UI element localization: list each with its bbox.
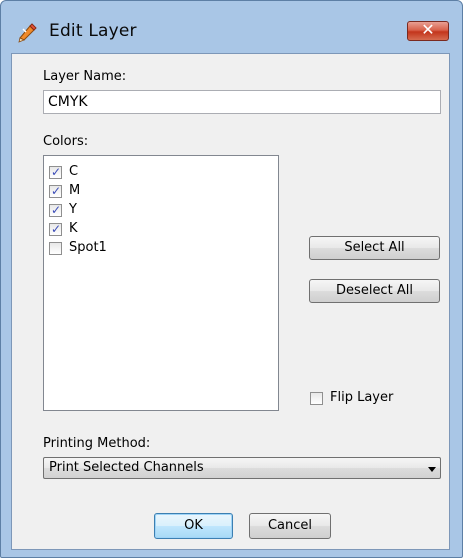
- color-item-label: M: [69, 183, 81, 198]
- color-spot1-checkbox[interactable]: [49, 242, 62, 255]
- deselect-all-button[interactable]: Deselect All: [309, 279, 440, 303]
- flip-layer-label: Flip Layer: [330, 390, 394, 405]
- color-item-label: Spot1: [69, 240, 107, 255]
- color-item-m[interactable]: ✓ M: [49, 183, 249, 201]
- color-m-checkbox[interactable]: ✓: [49, 184, 62, 198]
- close-button[interactable]: ✕: [407, 20, 449, 41]
- window-title: Edit Layer: [49, 21, 137, 41]
- pencil-icon: [18, 23, 37, 43]
- flip-layer-checkbox[interactable]: [310, 392, 323, 405]
- dialog-body: Layer Name: CMYK Colors: ✓ C ✓ M ✓ Y ✓ K…: [11, 53, 450, 550]
- color-item-spot1[interactable]: Spot1: [49, 240, 249, 258]
- close-icon: ✕: [421, 20, 435, 39]
- colors-label: Colors:: [43, 134, 89, 149]
- select-all-button[interactable]: Select All: [309, 236, 440, 260]
- title-bar[interactable]: Edit Layer ✕: [1, 1, 462, 53]
- edit-layer-dialog: Edit Layer ✕ Layer Name: CMYK Colors: ✓ …: [0, 0, 463, 558]
- color-k-checkbox[interactable]: ✓: [49, 222, 62, 236]
- printing-method-label: Printing Method:: [43, 436, 151, 451]
- checkmark-icon: ✓: [51, 165, 62, 179]
- printing-method-select[interactable]: Print Selected Channels: [43, 457, 441, 479]
- colors-list[interactable]: ✓ C ✓ M ✓ Y ✓ K Spot1: [43, 155, 279, 411]
- color-item-k[interactable]: ✓ K: [49, 221, 249, 239]
- checkmark-icon: ✓: [51, 203, 62, 217]
- color-y-checkbox[interactable]: ✓: [49, 203, 62, 217]
- printing-method-value: Print Selected Channels: [49, 460, 204, 475]
- color-c-checkbox[interactable]: ✓: [49, 165, 62, 179]
- color-item-c[interactable]: ✓ C: [49, 164, 249, 182]
- color-item-label: C: [69, 164, 79, 179]
- layer-name-label: Layer Name:: [43, 69, 127, 84]
- color-item-label: K: [69, 221, 78, 236]
- checkmark-icon: ✓: [51, 222, 62, 236]
- color-item-label: Y: [69, 202, 77, 217]
- checkmark-icon: ✓: [51, 184, 62, 198]
- cancel-button[interactable]: Cancel: [249, 513, 331, 539]
- ok-button[interactable]: OK: [154, 513, 233, 539]
- color-item-y[interactable]: ✓ Y: [49, 202, 249, 220]
- flip-layer-toggle[interactable]: Flip Layer: [310, 390, 430, 408]
- layer-name-input[interactable]: CMYK: [43, 90, 441, 114]
- chevron-down-icon: [428, 467, 436, 472]
